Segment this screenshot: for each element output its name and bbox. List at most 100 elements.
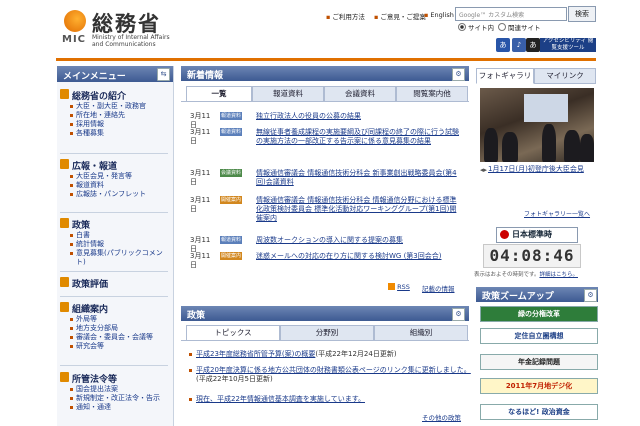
news-panel-header: 新着情報	[181, 66, 469, 81]
menu-divider	[60, 153, 168, 154]
menu-item-bills[interactable]: 国会提出法案	[60, 385, 168, 394]
logo-mic-text[interactable]: MIC	[62, 34, 86, 45]
tab-my-links[interactable]: マイリンク	[534, 68, 596, 84]
radio-site-search[interactable]: サイト内	[458, 22, 494, 32]
menu-item-press-release[interactable]: 報道資料	[60, 181, 168, 190]
search-button[interactable]: 検索	[568, 6, 596, 22]
menu-divider	[60, 271, 168, 272]
menu-item-recruit[interactable]: 採用情報	[60, 120, 168, 129]
menu-divider	[60, 296, 168, 297]
tab-policy-topics[interactable]: トピックス	[186, 325, 280, 341]
menu-section-about: 総務省の紹介 大臣・副大臣・政務官 所在地・連絡先 採用情報 各種募集	[60, 89, 168, 138]
more-policy-link[interactable]: その他の政策	[422, 412, 461, 422]
news-link[interactable]: 迷惑メールへの対応の在り方に関する検討WG (第3回会合)	[256, 252, 462, 261]
menu-item-ministers[interactable]: 大臣・副大臣・政務官	[60, 102, 168, 111]
banner-settlement[interactable]: 定住自立圏構想	[480, 328, 598, 344]
policy-panel-header: 政策	[181, 306, 469, 321]
news-link[interactable]: 独立行政法人の役員の公募の結果	[256, 112, 462, 121]
menu-item-notices[interactable]: 通知・通達	[60, 403, 168, 412]
gallery-arrows-icon[interactable]: ◂▸	[480, 166, 487, 174]
policy-item[interactable]: 平成20年度決算に係る地方公共団体の財務書類公表ページのリンク集に更新しました。…	[188, 366, 474, 384]
tab-news-press[interactable]: 報道資料	[252, 86, 324, 102]
banner-digital[interactable]: 2011年7月地デジ化	[480, 378, 598, 394]
menu-heading-policy[interactable]: 政策	[60, 218, 168, 231]
english-link[interactable]: ▪ English	[424, 11, 454, 19]
menu-section-evaluation: 政策評価	[60, 277, 168, 290]
radio-selected-icon	[458, 23, 466, 31]
news-settings-icon[interactable]: ⚙	[452, 68, 465, 81]
tab-news-all[interactable]: 一覧	[186, 86, 252, 102]
photo-caption-link[interactable]: 1月17日(月)初登庁後大臣会見	[488, 165, 594, 174]
menu-section-organization: 組織案内 外局等 地方支分部局 審議会・委員会・会議等 研究会等	[60, 302, 168, 351]
menu-item-study-groups[interactable]: 研究会等	[60, 342, 168, 351]
color-icon[interactable]: あ	[526, 38, 540, 52]
news-link[interactable]: 情報通信審議会 情報通信技術分科会 新事業創出戦略委員会(第4回)会議資料	[256, 169, 462, 187]
site-english-name: Ministry of Internal Affairs and Communi…	[92, 34, 170, 48]
jst-clock: 04:08:46	[483, 244, 581, 268]
menu-item-councils[interactable]: 審議会・委員会・会議等	[60, 333, 168, 342]
menu-heading-evaluation[interactable]: 政策評価	[60, 277, 168, 290]
menu-divider	[60, 365, 168, 366]
jst-link[interactable]: 日本標準時	[496, 227, 578, 243]
menu-item-pamphlet[interactable]: 広報誌・パンフレット	[60, 190, 168, 199]
menu-heading-organization[interactable]: 組織案内	[60, 302, 168, 315]
mic-logo-icon[interactable]	[64, 10, 86, 32]
menu-heading-pr[interactable]: 広報・報道	[60, 159, 168, 172]
menu-item-public-comment[interactable]: 意見募集(パブリックコメント)	[60, 249, 168, 267]
gallery-photo[interactable]	[480, 88, 594, 162]
clock-detail-link[interactable]: 詳細はこちら。	[539, 272, 578, 278]
tab-policy-fields[interactable]: 分野別	[280, 325, 374, 341]
tab-photo-gallery[interactable]: フォトギャラリー	[476, 68, 534, 94]
banner-pension[interactable]: 年金記録問題	[480, 354, 598, 370]
menu-item-press-conf[interactable]: 大臣会見・発言等	[60, 172, 168, 181]
menu-section-pr: 広報・報道 大臣会見・発言等 報道資料 広報誌・パンフレット	[60, 159, 168, 199]
photo-gallery-list-link[interactable]: フォトギャラリー一覧へ	[524, 209, 590, 218]
usage-link[interactable]: ▪ ご利用方法	[326, 11, 365, 21]
banner-political-funds[interactable]: なるほど! 政治資金	[480, 404, 598, 420]
menu-item-regional[interactable]: 地方支分部局	[60, 324, 168, 333]
policy-settings-icon[interactable]: ⚙	[452, 308, 465, 321]
tab-news-other[interactable]: 閲覧案内他	[396, 86, 468, 102]
radio-related-search[interactable]: 関連サイト	[498, 22, 541, 32]
search-input[interactable]: Google™ カスタム検索	[455, 7, 567, 21]
news-badge: 報道資料	[220, 236, 242, 244]
past-news-link[interactable]: 記載の情報	[422, 283, 455, 293]
menu-item-whitepaper[interactable]: 白書	[60, 231, 168, 240]
banner-green-reform[interactable]: 緑の分権改革	[480, 306, 598, 322]
clock-icon	[500, 230, 509, 239]
zoomup-header: 政策ズームアップ	[476, 287, 598, 302]
rss-link[interactable]: RSS	[388, 283, 410, 291]
tab-news-meetings[interactable]: 会議資料	[324, 86, 396, 102]
menu-section-policy: 政策 白書 統計情報 意見募集(パブリックコメント)	[60, 218, 168, 267]
news-badge: 開催案内	[220, 196, 242, 204]
news-badge: 報道資料	[220, 112, 242, 120]
menu-item-external[interactable]: 外局等	[60, 315, 168, 324]
menu-divider	[60, 212, 168, 213]
menu-toggle-icon[interactable]: ⇆	[157, 68, 170, 81]
menu-item-location[interactable]: 所在地・連絡先	[60, 111, 168, 120]
main-menu-header: メインメニュー	[57, 66, 173, 82]
menu-item-bosyu[interactable]: 各種募集	[60, 129, 168, 138]
accessibility-tool-button[interactable]: アクセシビリティ 閲覧支援ツール	[540, 38, 596, 52]
menu-item-statistics[interactable]: 統計情報	[60, 240, 168, 249]
news-link[interactable]: 情報通信審議会 情報通信技術分科会 情報通信分野における標準化政策検討委員会 標…	[256, 196, 462, 223]
menu-heading-laws[interactable]: 所管法令等	[60, 372, 168, 385]
menu-section-laws: 所管法令等 国会提出法案 新規制定・改正法令・告示 通知・通達	[60, 372, 168, 412]
news-badge: 会議資料	[220, 169, 242, 177]
tab-baseline	[181, 101, 469, 102]
policy-item[interactable]: 現在、平成22年情報通信基本調査を実施しています。	[188, 395, 474, 404]
menu-item-new-laws[interactable]: 新規制定・改正法令・告示	[60, 394, 168, 403]
zoomup-settings-icon[interactable]: ⚙	[584, 289, 597, 302]
clock-note: 表示はおよその時刻です。詳細はこちら。	[474, 272, 578, 278]
tab-baseline	[181, 340, 469, 341]
news-link[interactable]: 無線従事者養成課程の実施要綱及び同課程の終了の際に行う試験の実施方法の一部改正す…	[256, 128, 462, 146]
news-badge: 開催案内	[220, 252, 242, 260]
opinion-link[interactable]: ▪ ご意見・ご提案	[374, 11, 426, 21]
news-link[interactable]: 周波数オークションの導入に関する提案の募集	[256, 236, 462, 245]
text-size-icon[interactable]: あ	[496, 38, 510, 52]
voice-icon[interactable]: ♪	[512, 38, 526, 52]
rss-icon	[388, 283, 395, 290]
policy-item[interactable]: 平成23年度総務省所管予算(案)の概要(平成22年12月24日更新)	[188, 350, 474, 359]
tab-policy-orgs[interactable]: 組織別	[374, 325, 468, 341]
menu-heading-about[interactable]: 総務省の紹介	[60, 89, 168, 102]
